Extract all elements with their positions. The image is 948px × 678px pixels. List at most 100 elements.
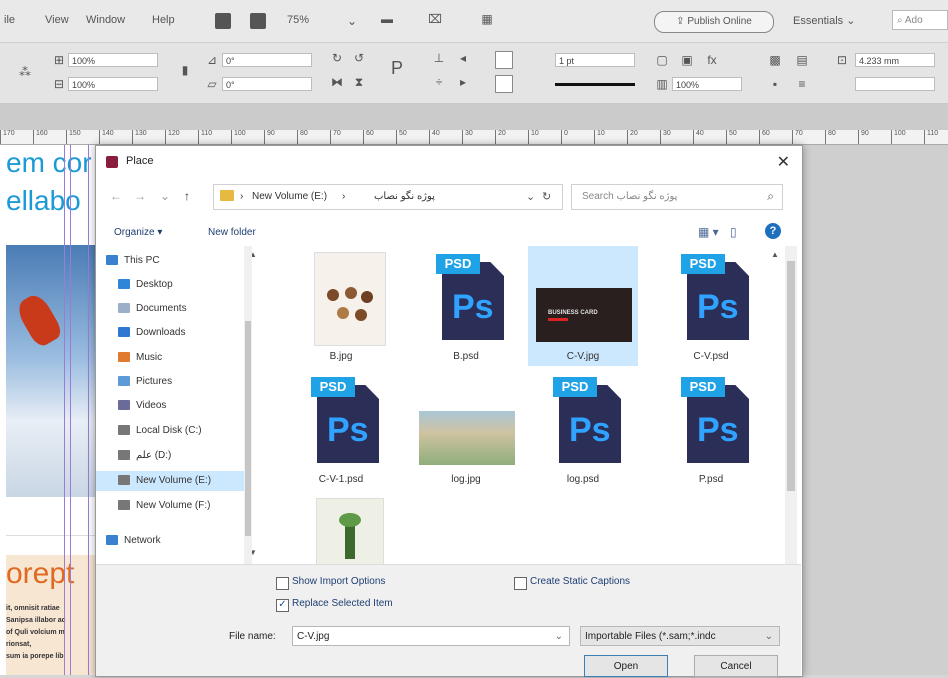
stroke-weight-field[interactable]: 1 pt xyxy=(555,53,635,67)
nav-item[interactable]: Desktop xyxy=(118,275,173,295)
opacity-field[interactable]: 100% xyxy=(672,77,742,91)
select-previous-icon[interactable]: ◂ xyxy=(456,51,470,65)
address-bar[interactable]: › New Volume (E:) › پوژه نگو نصاب ⌄ ↻ xyxy=(213,184,563,210)
wrap-off-icon[interactable]: ▤ xyxy=(795,53,809,67)
file-grid-scrollbar-thumb[interactable] xyxy=(787,261,795,491)
workspace-switcher[interactable]: Essentials ⌄ xyxy=(793,14,855,27)
file-tile[interactable]: Ps PSD log.psd xyxy=(528,369,638,489)
nav-item[interactable]: Local Disk (C:) xyxy=(118,421,202,441)
flip-vertical-icon[interactable]: ⧗ xyxy=(352,75,366,89)
file-tile[interactable]: log.jpg xyxy=(411,369,521,489)
bridge-icon[interactable] xyxy=(215,13,231,29)
nav-item[interactable]: New Volume (E:) xyxy=(96,471,244,491)
scale-y-field[interactable]: 100% xyxy=(68,77,158,91)
close-icon[interactable]: ✕ xyxy=(777,152,790,172)
forward-arrow-icon[interactable]: → xyxy=(134,189,146,203)
effects-icon[interactable]: fx xyxy=(705,53,719,67)
menu-help[interactable]: Help xyxy=(152,14,175,26)
fx-icon[interactable]: ▢ xyxy=(655,53,669,67)
help-search-input[interactable]: ⌕ Ado xyxy=(892,10,948,30)
constrain-proportions-icon[interactable]: ▮ xyxy=(178,63,192,77)
create-static-captions-label[interactable]: Create Static Captions xyxy=(530,576,630,587)
help-icon[interactable]: ? xyxy=(765,223,781,239)
nav-scrollbar-thumb[interactable] xyxy=(245,321,251,536)
file-tile[interactable]: B.jpg xyxy=(286,246,396,366)
create-static-captions-checkbox[interactable] xyxy=(514,577,527,590)
search-placeholder: Search پوژه نگو نصاب xyxy=(582,191,678,202)
show-import-options-label[interactable]: Show Import Options xyxy=(292,576,385,587)
shear-angle-field[interactable]: 0° xyxy=(222,77,312,91)
file-tile[interactable] xyxy=(286,492,396,564)
chevron-down-icon[interactable]: ⌄ xyxy=(555,627,563,647)
back-arrow-icon[interactable]: ← xyxy=(110,189,122,203)
menu-window[interactable]: Window xyxy=(86,14,125,26)
show-import-options-checkbox[interactable] xyxy=(276,577,289,590)
stroke-type-preview[interactable] xyxy=(555,83,635,86)
nav-item[interactable]: This PC xyxy=(106,251,160,271)
replace-selected-item-checkbox[interactable]: ✓ xyxy=(276,599,289,612)
nav-item[interactable]: Pictures xyxy=(118,372,172,392)
document-page[interactable]: em cor ellabo orept it, omnisit ratiae S… xyxy=(0,145,95,675)
flip-horizontal-icon[interactable]: ⧓ xyxy=(330,75,344,89)
select-next-icon[interactable]: ▸ xyxy=(456,75,470,89)
nav-item[interactable]: Videos xyxy=(118,396,166,416)
folder-search-input[interactable]: Search پوژه نگو نصاب ⌕ xyxy=(571,184,783,210)
file-type-select[interactable]: Importable Files (*.sam;*.indc ⌄ xyxy=(580,626,780,646)
nav-item[interactable]: New Volume (F:) xyxy=(118,496,210,516)
change-view-icon[interactable]: ▦ ▾ xyxy=(698,225,719,239)
distribute-icon[interactable]: ≡ xyxy=(795,77,809,91)
stroke-swatch[interactable] xyxy=(495,75,513,93)
nav-item[interactable]: Music xyxy=(118,348,162,368)
menu-view[interactable]: View xyxy=(45,14,69,26)
nav-item[interactable]: Network xyxy=(106,531,161,551)
ruler-tick-label: 0 xyxy=(561,130,568,144)
file-name-input[interactable]: C-V.jpg ⌄ xyxy=(292,626,570,646)
auto-fit-icon[interactable]: ⊡ xyxy=(835,53,849,67)
arrange-documents-icon[interactable]: ▦ xyxy=(480,12,494,26)
screen-mode-icon[interactable]: ⌧ xyxy=(428,12,442,26)
drop-shadow-icon[interactable]: ▣ xyxy=(680,53,694,67)
zoom-level[interactable]: 75% xyxy=(287,14,309,26)
breadcrumb-folder[interactable]: پوژه نگو نصاب xyxy=(374,191,435,202)
cancel-button[interactable]: Cancel xyxy=(694,655,778,677)
new-folder-button[interactable]: New folder xyxy=(208,227,256,238)
chevron-down-icon[interactable]: ⌄ xyxy=(345,14,359,28)
scroll-up-icon[interactable]: ▲ xyxy=(768,248,782,262)
file-tile[interactable]: Ps PSD P.psd xyxy=(656,369,766,489)
replace-selected-item-label[interactable]: Replace Selected Item xyxy=(292,598,393,609)
style-dropdown[interactable] xyxy=(855,77,935,91)
nav-item[interactable]: Documents xyxy=(118,299,187,319)
view-options-icon[interactable]: ▬ xyxy=(380,12,394,26)
rotate-clockwise-icon[interactable]: ↻ xyxy=(330,51,344,65)
stock-icon[interactable] xyxy=(250,13,266,29)
file-tile[interactable]: Ps PSD C-V.psd xyxy=(656,246,766,366)
nav-item-label: New Volume (F:) xyxy=(136,500,211,511)
scale-x-field[interactable]: 100% xyxy=(68,53,158,67)
file-tile[interactable]: BUSINESS CARD C-V.jpg xyxy=(528,246,638,366)
file-tile[interactable]: Ps PSD B.psd xyxy=(411,246,521,366)
reference-point-icon[interactable]: ⁂ xyxy=(18,65,32,79)
nav-item[interactable]: Downloads xyxy=(118,323,185,343)
organize-button[interactable]: Organize ▾ xyxy=(114,227,162,238)
address-dropdown-icon[interactable]: ⌄ xyxy=(526,190,535,203)
publish-online-button[interactable]: ⇪ Publish Online xyxy=(654,11,774,33)
select-container-icon[interactable]: ⊥ xyxy=(432,51,446,65)
select-content-icon[interactable]: ÷ xyxy=(432,75,446,89)
recent-chevron-icon[interactable]: ⌄ xyxy=(160,189,170,203)
preview-pane-icon[interactable]: ▯ xyxy=(730,225,737,239)
file-tile[interactable]: Ps PSD C-V-1.psd xyxy=(286,369,396,489)
up-arrow-icon[interactable]: ↑ xyxy=(184,189,190,203)
nav-item[interactable]: علم (D:) xyxy=(118,446,171,466)
align-icon[interactable]: ▪ xyxy=(768,77,782,91)
rotation-angle-field[interactable]: 0° xyxy=(222,53,312,67)
breadcrumb-volume[interactable]: New Volume (E:) xyxy=(252,191,327,202)
menu-file[interactable]: ile xyxy=(4,14,15,26)
videos-icon xyxy=(118,400,130,411)
open-button[interactable]: Open xyxy=(584,655,668,677)
dimension-field[interactable]: 4.233 mm xyxy=(855,53,935,67)
refresh-icon[interactable]: ↻ xyxy=(542,190,551,203)
fill-swatch[interactable] xyxy=(495,51,513,69)
horizontal-ruler[interactable]: 170 160 150 140 130 120 110 100 90 80 70 60 50 40 30 20… xyxy=(0,130,948,145)
wrap-text-icon[interactable]: ▩ xyxy=(768,53,782,67)
rotate-counterclockwise-icon[interactable]: ↺ xyxy=(352,51,366,65)
